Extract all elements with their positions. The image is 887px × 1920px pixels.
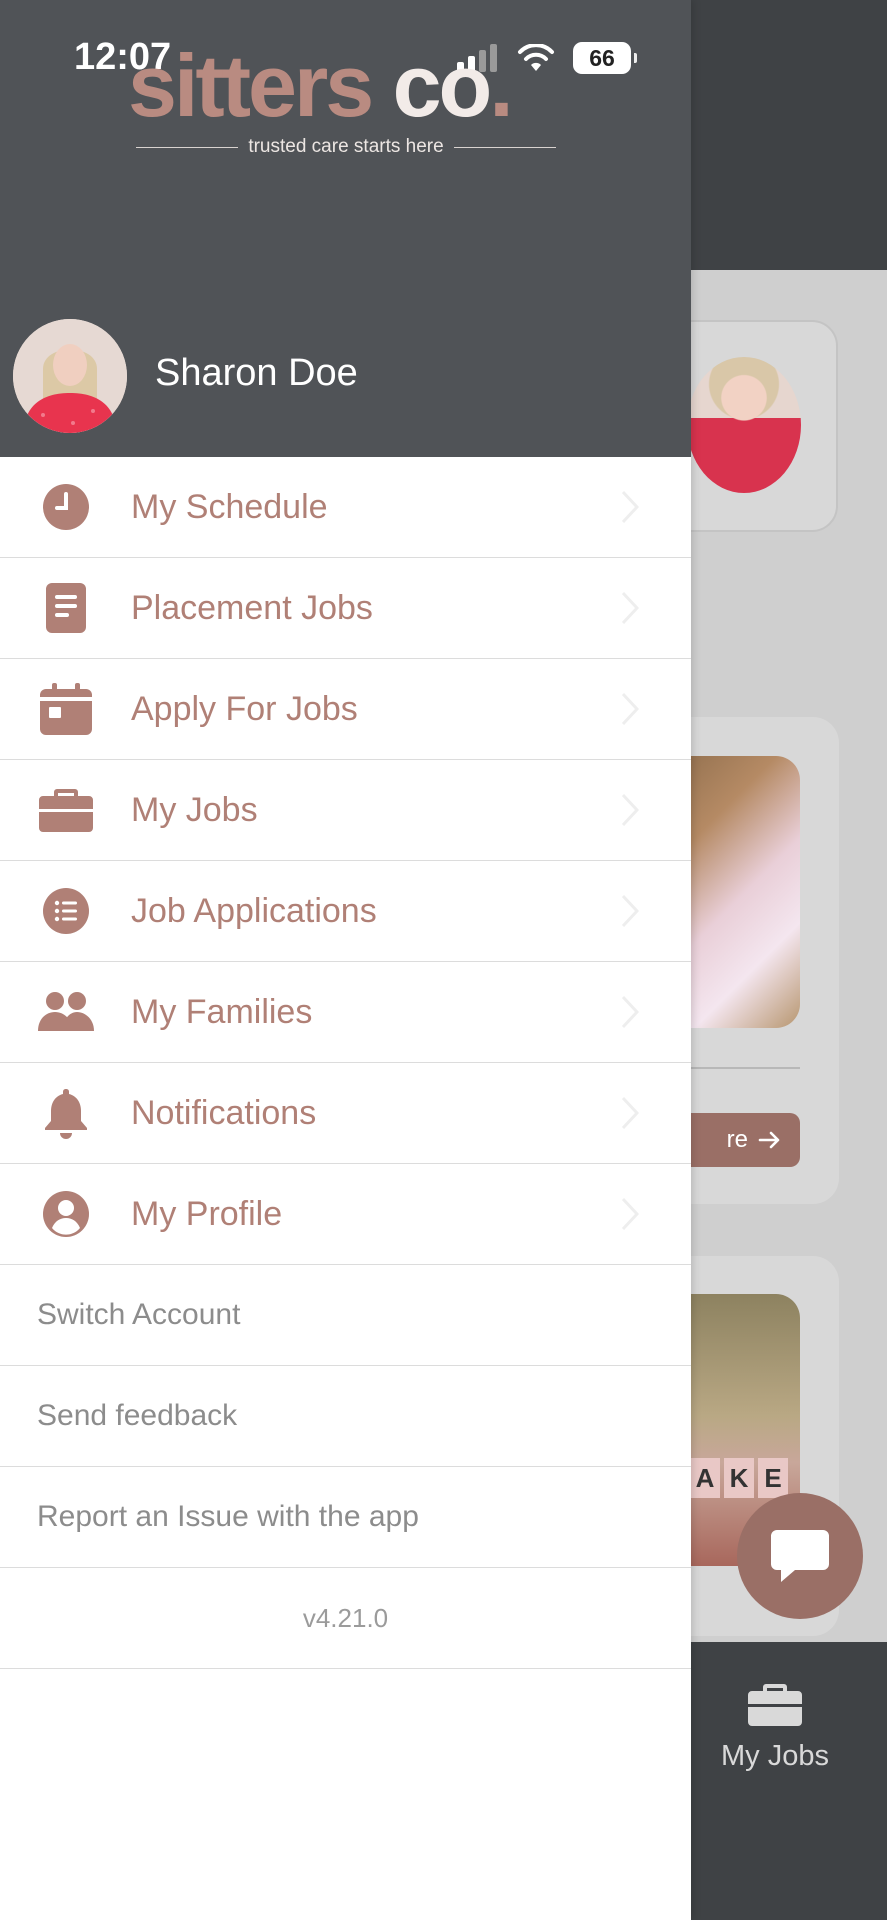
avatar[interactable] xyxy=(13,319,127,433)
version-row: v4.21.0 xyxy=(0,1568,691,1669)
drawer-header: 12:07 66 sitters co. trusted care starts… xyxy=(0,0,691,457)
chevron-right-icon xyxy=(621,1096,639,1130)
document-icon xyxy=(45,583,86,633)
menu-item-label: My Profile xyxy=(131,1194,283,1233)
menu-item-job-applications[interactable]: Job Applications xyxy=(0,861,691,962)
chevron-right-icon xyxy=(621,793,639,827)
bell-icon xyxy=(44,1089,87,1139)
menu-item-label: My Schedule xyxy=(131,487,328,526)
chevron-right-icon xyxy=(621,1197,639,1231)
chevron-right-icon xyxy=(621,490,639,524)
menu-item-label: Notifications xyxy=(131,1093,317,1132)
avatar-photo xyxy=(13,319,127,433)
menu-item-label: Placement Jobs xyxy=(131,588,373,627)
switch-account-link[interactable]: Switch Account xyxy=(0,1265,691,1366)
chevron-right-icon xyxy=(621,894,639,928)
chevron-right-icon xyxy=(621,692,639,726)
user-name: Sharon Doe xyxy=(155,352,358,394)
read-more-label: re xyxy=(726,1126,748,1153)
send-feedback-label: Send feedback xyxy=(37,1399,238,1432)
menu-item-placement-jobs[interactable]: Placement Jobs xyxy=(0,558,691,659)
logo-word-2: co xyxy=(392,36,493,135)
menu-item-notifications[interactable]: Notifications xyxy=(0,1063,691,1164)
report-issue-label: Report an Issue with the app xyxy=(37,1500,419,1533)
chat-bubble-icon xyxy=(771,1530,829,1582)
briefcase-icon xyxy=(748,1684,802,1726)
letter-tile: E xyxy=(758,1458,788,1498)
user-circle-icon xyxy=(42,1191,89,1237)
side-drawer: 12:07 66 sitters co. trusted care starts… xyxy=(0,0,691,1920)
calendar-icon xyxy=(39,683,92,735)
chevron-right-icon xyxy=(621,995,639,1029)
list-icon xyxy=(42,888,89,934)
clock-icon xyxy=(42,484,89,530)
menu-item-label: Job Applications xyxy=(131,891,377,930)
tagline-rule-left xyxy=(136,146,239,148)
app-version: v4.21.0 xyxy=(302,1602,389,1633)
chat-button[interactable] xyxy=(737,1493,863,1619)
arrow-right-icon xyxy=(758,1131,780,1149)
send-feedback-link[interactable]: Send feedback xyxy=(0,1366,691,1467)
tab-my-jobs-label: My Jobs xyxy=(721,1740,829,1772)
briefcase-icon xyxy=(38,789,93,832)
brand-tagline: trusted care starts here xyxy=(248,136,444,157)
menu-item-label: Apply For Jobs xyxy=(131,689,358,728)
background-avatar xyxy=(687,357,801,493)
users-icon xyxy=(37,992,94,1031)
logo-dot: . xyxy=(489,36,514,135)
letter-tile: K xyxy=(724,1458,754,1498)
menu-item-my-jobs[interactable]: My Jobs xyxy=(0,760,691,861)
chevron-right-icon xyxy=(621,591,639,625)
report-issue-link[interactable]: Report an Issue with the app xyxy=(0,1467,691,1568)
menu-item-my-schedule[interactable]: My Schedule xyxy=(0,457,691,558)
menu-item-apply-for-jobs[interactable]: Apply For Jobs xyxy=(0,659,691,760)
battery-indicator: 66 xyxy=(573,42,637,74)
drawer-menu: My Schedule Placement Jobs Apply For Job… xyxy=(0,457,691,1669)
logo-word-1: sitters xyxy=(128,36,374,135)
letter-tiles: A K E xyxy=(690,1458,788,1498)
switch-account-label: Switch Account xyxy=(37,1298,241,1331)
menu-item-my-profile[interactable]: My Profile xyxy=(0,1164,691,1265)
menu-item-label: My Families xyxy=(131,992,313,1031)
tab-my-jobs[interactable]: My Jobs xyxy=(700,1680,850,1773)
tagline-rule-right xyxy=(453,146,556,148)
brand-logo: sitters co. trusted care starts here xyxy=(128,38,558,158)
menu-item-label: My Jobs xyxy=(131,790,258,829)
menu-item-my-families[interactable]: My Families xyxy=(0,962,691,1063)
letter-tile: A xyxy=(690,1458,720,1498)
